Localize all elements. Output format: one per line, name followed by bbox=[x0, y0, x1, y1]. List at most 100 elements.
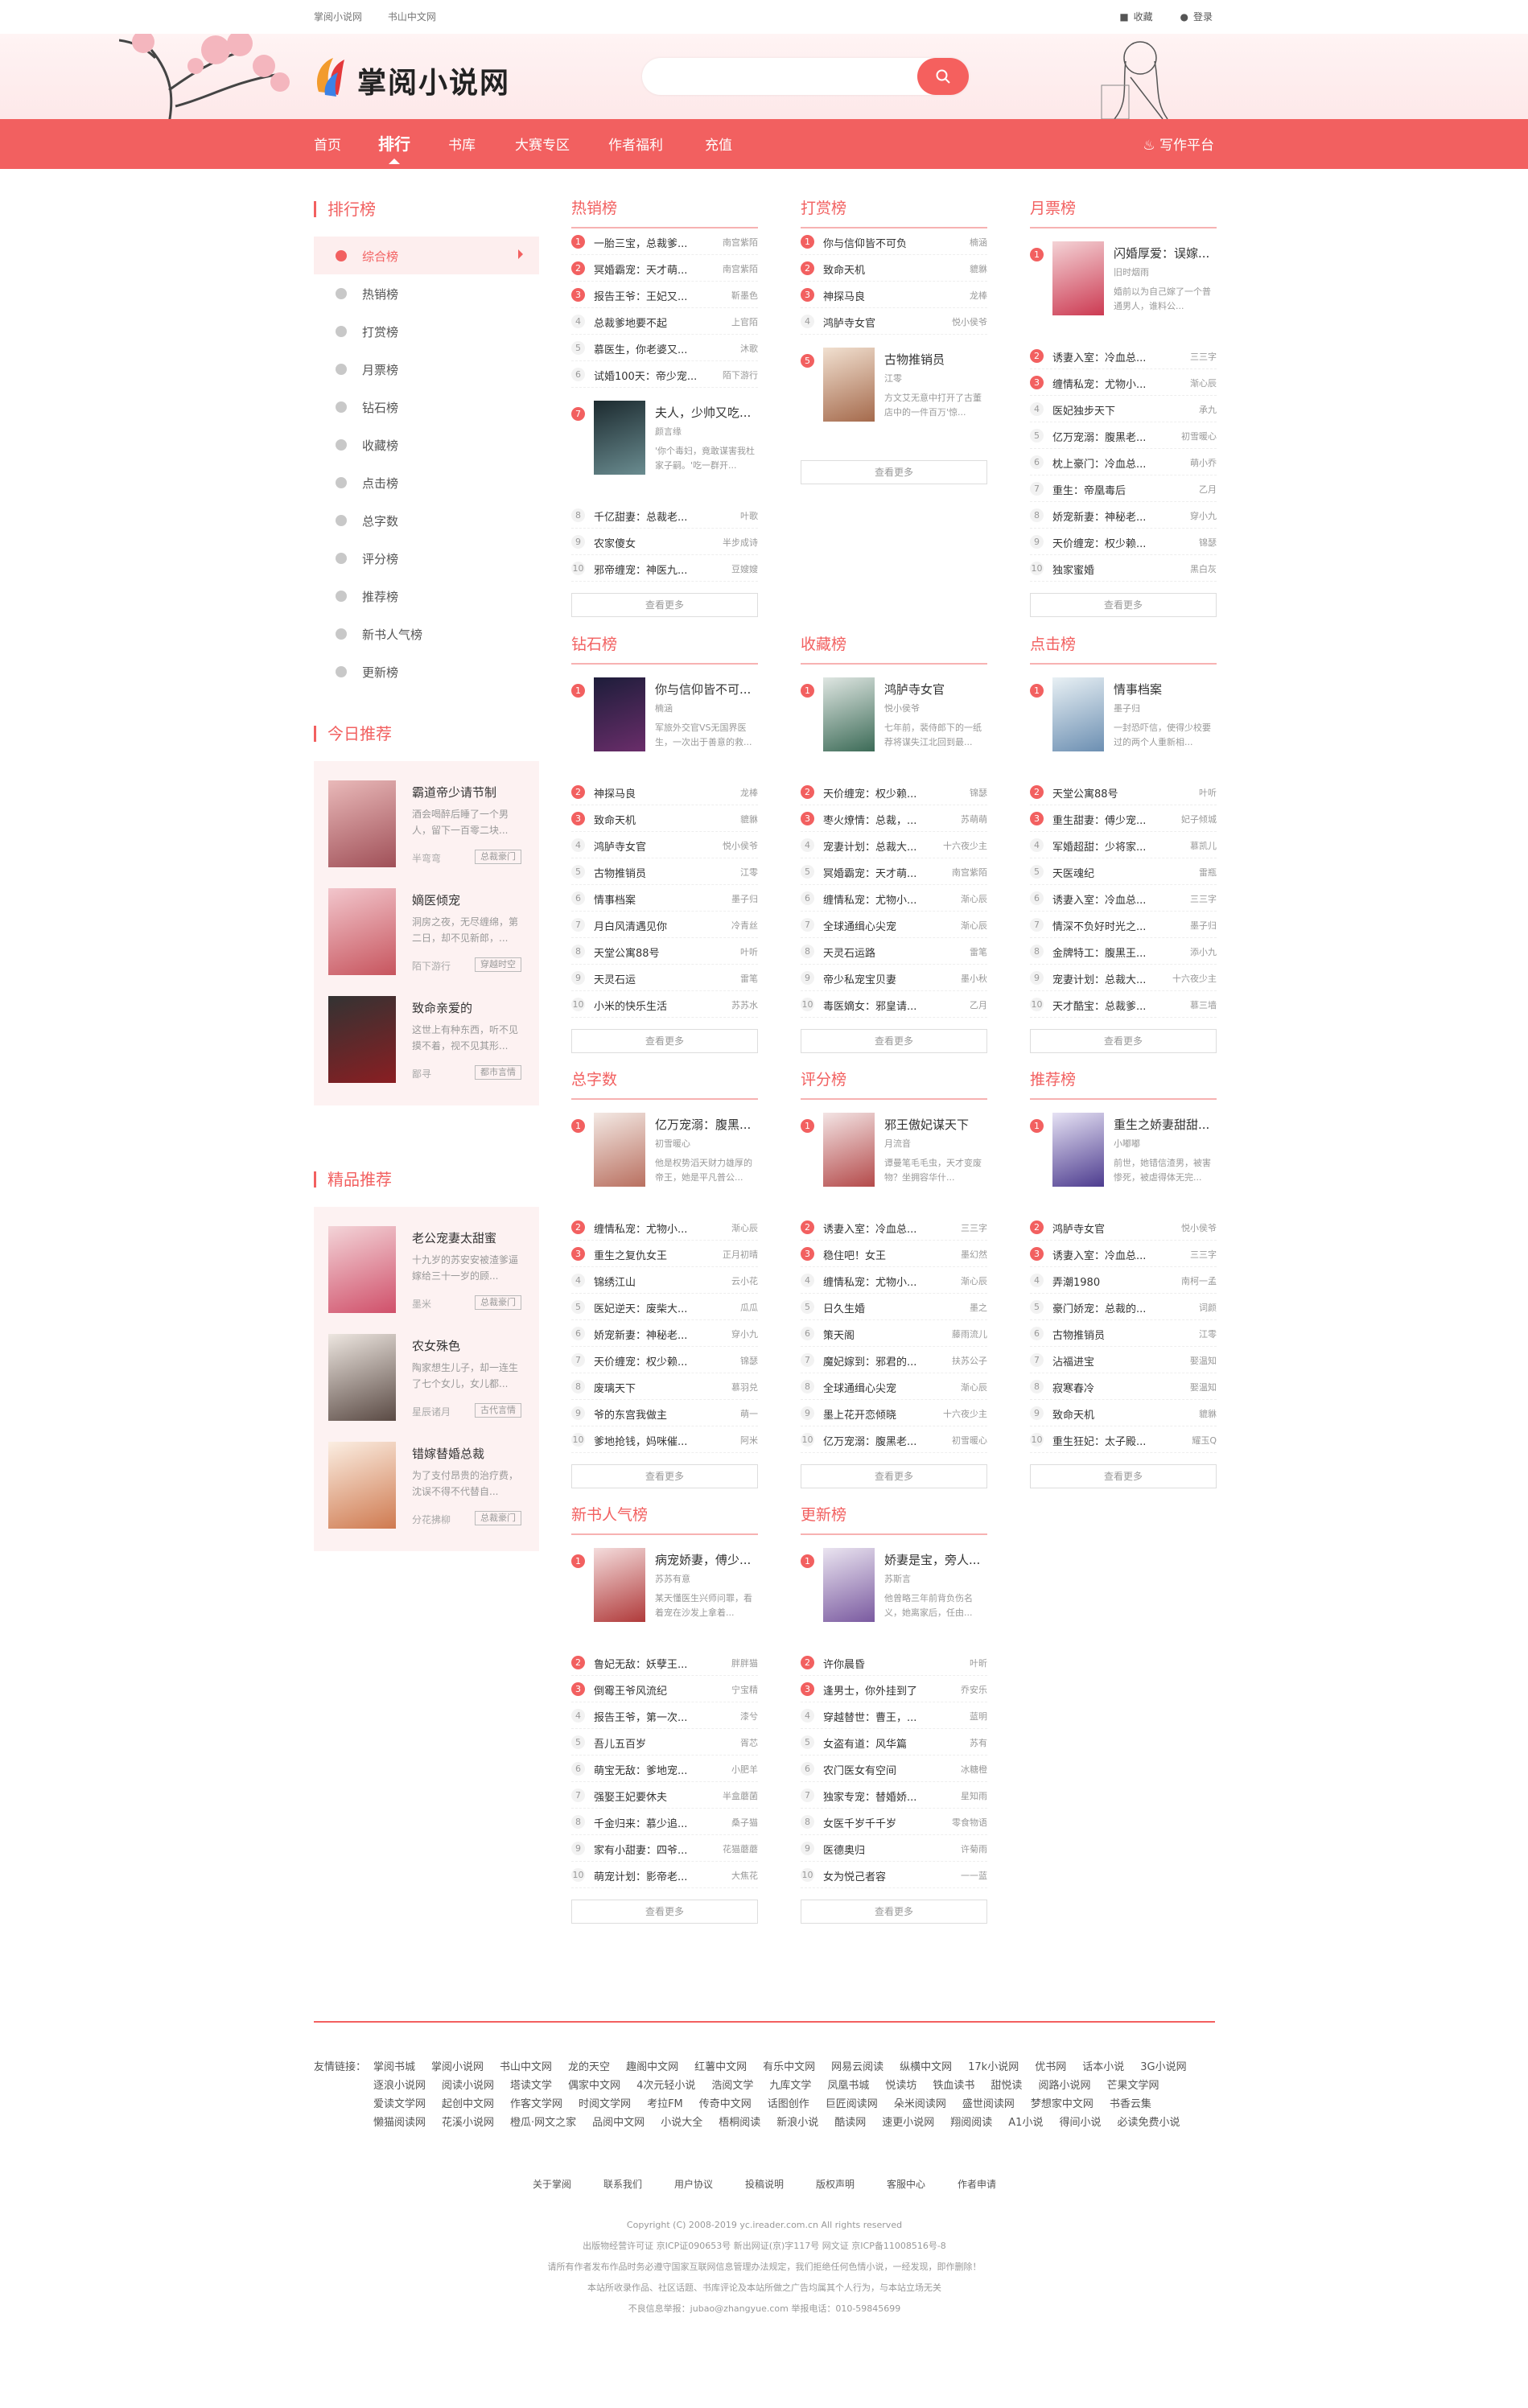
book-title[interactable]: 霸道帝少请节制 bbox=[412, 784, 496, 801]
book-title[interactable]: 天医魂纪 bbox=[1052, 865, 1165, 880]
book-cover[interactable] bbox=[594, 677, 645, 751]
rank-row[interactable]: 8 天堂公寓88号 叶听 bbox=[571, 938, 758, 965]
rank-row[interactable]: 10 爹地抢钱，妈咪催... 阿米 bbox=[571, 1426, 758, 1453]
book-genre-tag[interactable]: 总裁豪门 bbox=[475, 1295, 521, 1310]
rank-row[interactable]: 9 家有小甜妻：四爷... 花猫蘑蘑 bbox=[571, 1835, 758, 1862]
rank-row[interactable]: 7 重生：帝凰毒后 乙月 bbox=[1030, 475, 1217, 502]
rank-row[interactable]: 5 冥婚霸宠：天才萌... 南宫紫陌 bbox=[801, 858, 987, 885]
book-title[interactable]: 天灵石运 bbox=[594, 971, 706, 986]
friend-link[interactable]: 翔阅阅读 bbox=[950, 2114, 992, 2132]
book-title[interactable]: 你与信仰皆不可... bbox=[655, 681, 758, 698]
friend-link[interactable]: 话图创作 bbox=[768, 2095, 809, 2114]
book-title[interactable]: 天价缠宠：权少赖... bbox=[823, 785, 936, 801]
book-title[interactable]: 天堂公寓88号 bbox=[1052, 785, 1165, 801]
friend-link[interactable]: 必读免费小说 bbox=[1117, 2114, 1180, 2132]
book-title[interactable]: 天价缠宠：权少赖... bbox=[594, 1353, 706, 1369]
friend-link[interactable]: 书香云集 bbox=[1110, 2095, 1151, 2114]
rank-row[interactable]: 7 强娶王妃要休夫 半盒蘑菌 bbox=[571, 1782, 758, 1809]
book-title[interactable]: 缠情私宠：尤物小... bbox=[823, 891, 936, 907]
book-title[interactable]: 诱妻入室：冷血总... bbox=[823, 1220, 936, 1236]
book-title[interactable]: 慕医生，你老婆又... bbox=[594, 341, 706, 356]
rank-row[interactable]: 3 重生之复仇女王 正月初晴 bbox=[571, 1241, 758, 1267]
book-title[interactable]: 娇宠新妻：神秘老... bbox=[1052, 508, 1165, 524]
sidebar-rank-4[interactable]: 钻石榜 bbox=[314, 388, 539, 426]
friend-link[interactable]: 芒果文学网 bbox=[1106, 2077, 1159, 2095]
friend-link[interactable]: 盛世阅读网 bbox=[962, 2095, 1015, 2114]
friend-link[interactable]: 酷读网 bbox=[834, 2114, 866, 2132]
friend-link[interactable]: 浩阅文学 bbox=[711, 2077, 753, 2095]
pick-book-item[interactable]: 老公宠妻太甜蜜 十九岁的苏安安被渣爹逼嫁给三十一岁的顾... 墨米 总裁豪门 bbox=[328, 1220, 525, 1327]
rank-row[interactable]: 4 鸿胪寺女官 悦小侯爷 bbox=[801, 308, 987, 335]
friend-link[interactable]: 考拉FM bbox=[647, 2095, 683, 2114]
book-title[interactable]: 古物推销员 bbox=[594, 865, 706, 880]
friend-link[interactable]: 趣阁中文网 bbox=[626, 2058, 678, 2077]
book-genre-tag[interactable]: 穿越时空 bbox=[475, 957, 521, 972]
today-book-item[interactable]: 霸道帝少请节制 酒会喝醉后睡了一个男人，留下一百零二块... 半弯弯 总裁豪门 bbox=[328, 774, 525, 882]
rank-row[interactable]: 4 弄潮1980 南柯一孟 bbox=[1030, 1267, 1217, 1294]
footer-nav-link[interactable]: 联系我们 bbox=[603, 2179, 642, 2190]
featured-book[interactable]: 1 闪婚厚爱：误嫁... 旧时烟雨 婚前以为自己嫁了一个普通男人，谁料公... bbox=[1030, 241, 1217, 343]
book-title[interactable]: 沾福进宝 bbox=[1052, 1353, 1165, 1369]
rank-row[interactable]: 9 墨上花开恋倾晓 十六夜少主 bbox=[801, 1400, 987, 1426]
book-title[interactable]: 吾儿五百岁 bbox=[594, 1735, 706, 1751]
friend-link[interactable]: 有乐中文网 bbox=[763, 2058, 815, 2077]
book-cover[interactable] bbox=[594, 1548, 645, 1622]
friend-link[interactable]: 花溪小说网 bbox=[442, 2114, 494, 2132]
book-title[interactable]: 致命天机 bbox=[823, 261, 936, 277]
rank-row[interactable]: 9 爷的东宫我做主 萌一 bbox=[571, 1400, 758, 1426]
rank-row[interactable]: 8 天灵石运路 雷笔 bbox=[801, 938, 987, 965]
rank-row[interactable]: 2 天价缠宠：权少赖... 锦瑟 bbox=[801, 779, 987, 805]
friend-link[interactable]: 话本小说 bbox=[1082, 2058, 1124, 2077]
book-title[interactable]: 宠妻计划：总裁大... bbox=[1052, 971, 1165, 986]
footer-nav-link[interactable]: 关于掌阅 bbox=[533, 2179, 571, 2190]
book-title[interactable]: 军婚超甜：少将家... bbox=[1052, 838, 1165, 854]
friend-link[interactable]: A1小说 bbox=[1008, 2114, 1043, 2132]
sidebar-rank-2[interactable]: 打赏榜 bbox=[314, 312, 539, 350]
rank-row[interactable]: 2 缠情私宠：尤物小... 渐心辰 bbox=[571, 1214, 758, 1241]
rank-row[interactable]: 3 致命天机 貔貅 bbox=[571, 805, 758, 832]
view-more-button[interactable]: 查看更多 bbox=[801, 1900, 987, 1924]
book-cover[interactable] bbox=[328, 888, 396, 975]
friend-link[interactable]: 爱读文学网 bbox=[373, 2095, 426, 2114]
rank-row[interactable]: 2 天堂公寓88号 叶听 bbox=[1030, 779, 1217, 805]
book-title[interactable]: 农门医女有空间 bbox=[823, 1762, 936, 1777]
book-title[interactable]: 许你晨昏 bbox=[823, 1656, 936, 1671]
book-cover[interactable] bbox=[328, 1226, 396, 1313]
book-title[interactable]: 老公宠妻太甜蜜 bbox=[412, 1229, 496, 1246]
rank-row[interactable]: 5 古物推销员 江零 bbox=[571, 858, 758, 885]
book-cover[interactable] bbox=[823, 1548, 875, 1622]
book-title[interactable]: 帝少私宠宝贝妻 bbox=[823, 971, 936, 986]
book-title[interactable]: 天才酷宝：总裁爹... bbox=[1052, 998, 1165, 1013]
rank-row[interactable]: 10 萌宠计划：影帝老... 大焦花 bbox=[571, 1862, 758, 1888]
featured-book[interactable]: 1 重生之娇妻甜甜... 小嘟嘟 前世，她错信渣男，被害惨死，被虐得体无完... bbox=[1030, 1113, 1217, 1214]
book-title[interactable]: 总裁爹地要不起 bbox=[594, 315, 706, 330]
book-title[interactable]: 重生之复仇女王 bbox=[594, 1247, 706, 1262]
rank-row[interactable]: 3 神探马良 龙棒 bbox=[801, 282, 987, 308]
rank-row[interactable]: 6 诱妻入室：冷血总... 三三字 bbox=[1030, 885, 1217, 912]
sidebar-rank-1[interactable]: 热销榜 bbox=[314, 274, 539, 312]
view-more-button[interactable]: 查看更多 bbox=[1030, 1029, 1217, 1053]
rank-row[interactable]: 5 慕医生，你老婆又... 沐歌 bbox=[571, 335, 758, 361]
nav-recharge[interactable]: 充值 bbox=[705, 134, 732, 154]
book-cover[interactable] bbox=[1052, 241, 1104, 315]
friend-link[interactable]: 4次元轻小说 bbox=[636, 2077, 695, 2095]
book-title[interactable]: 穿越替世：曹王，... bbox=[823, 1709, 936, 1724]
rank-row[interactable]: 8 金牌特工：腹黑王... 添小九 bbox=[1030, 938, 1217, 965]
rank-row[interactable]: 4 军婚超甜：少将家... 慕凯儿 bbox=[1030, 832, 1217, 858]
rank-row[interactable]: 1 一胎三宝，总裁爹... 南宫紫陌 bbox=[571, 228, 758, 255]
friend-link[interactable]: 得间小说 bbox=[1059, 2114, 1101, 2132]
view-more-button[interactable]: 查看更多 bbox=[1030, 593, 1217, 617]
book-title[interactable]: 萌宠计划：影帝老... bbox=[594, 1868, 706, 1883]
book-title[interactable]: 策天阁 bbox=[823, 1327, 936, 1342]
book-cover[interactable] bbox=[594, 401, 645, 475]
search-button[interactable] bbox=[917, 58, 969, 95]
book-title[interactable]: 农家傻女 bbox=[594, 535, 706, 550]
book-title[interactable]: 冥婚霸宠：天才萌... bbox=[594, 261, 706, 277]
rank-row[interactable]: 5 女盗有道：风华篇 苏有 bbox=[801, 1729, 987, 1756]
rank-row[interactable]: 8 寂寒春冷 娶温知 bbox=[1030, 1373, 1217, 1400]
rank-row[interactable]: 7 魔妃嫁到：邪君的... 扶苏公子 bbox=[801, 1347, 987, 1373]
rank-row[interactable]: 3 重生甜妻：傅少宠... 妃子倾城 bbox=[1030, 805, 1217, 832]
friend-link[interactable]: 巨匠阅读网 bbox=[826, 2095, 878, 2114]
book-title[interactable]: 墨上花开恋倾晓 bbox=[823, 1406, 936, 1422]
book-title[interactable]: 缠情私宠：尤物小... bbox=[1052, 376, 1165, 391]
